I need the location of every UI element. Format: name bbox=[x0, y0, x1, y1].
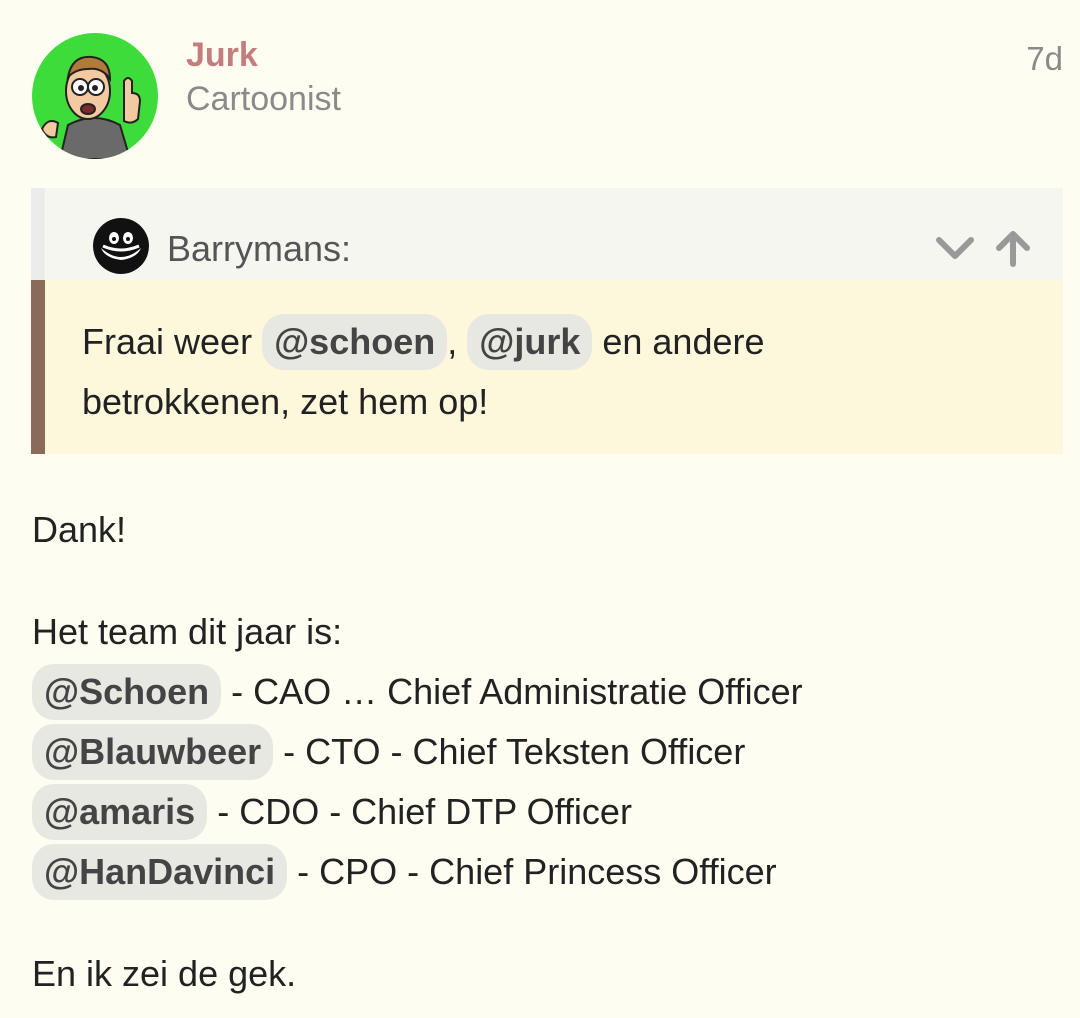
mention-link[interactable]: @Schoen bbox=[32, 664, 222, 720]
post-date[interactable]: 7d bbox=[1026, 40, 1063, 78]
post-paragraph: Het team dit jaar is: bbox=[32, 611, 343, 652]
mention-link[interactable]: @jurk bbox=[467, 314, 593, 370]
team-role-line: @HanDavinci - CPO - Chief Princess Offic… bbox=[32, 842, 1062, 902]
author-avatar[interactable] bbox=[32, 33, 158, 159]
quote-author-name: Barrymans: bbox=[167, 228, 352, 269]
quote-controls bbox=[935, 228, 1033, 268]
role-text: - CDO - Chief DTP Officer bbox=[207, 791, 632, 832]
quote-body: Fraai weer @schoen, @jurk en andere betr… bbox=[31, 280, 1063, 454]
quote-avatar-image bbox=[101, 232, 141, 260]
post-author-name[interactable]: Jurk bbox=[186, 36, 258, 75]
arrow-up-icon[interactable] bbox=[993, 228, 1033, 268]
mention-link[interactable]: @HanDavinci bbox=[32, 844, 288, 900]
mention-link[interactable]: @amaris bbox=[32, 784, 208, 840]
quote-text: Fraai weer bbox=[82, 321, 263, 362]
team-role-line: @Schoen - CAO … Chief Administratie Offi… bbox=[32, 662, 1062, 722]
role-text: - CPO - Chief Princess Officer bbox=[287, 851, 777, 892]
post-paragraph: Dank! bbox=[32, 509, 127, 550]
cartoon-avatar-image bbox=[40, 55, 142, 159]
quote-author-avatar[interactable] bbox=[93, 218, 149, 274]
quote-block: Barrymans: Fraai weer @schoen, @jurk en … bbox=[31, 188, 1063, 454]
chevron-down-icon[interactable] bbox=[935, 228, 975, 268]
mention-link[interactable]: @Blauwbeer bbox=[32, 724, 274, 780]
quote-text: betrokkenen, zet hem op! bbox=[82, 381, 489, 422]
mention-link[interactable]: @schoen bbox=[262, 314, 448, 370]
role-text: - CAO … Chief Administratie Officer bbox=[221, 671, 803, 712]
team-role-line: @amaris - CDO - Chief DTP Officer bbox=[32, 782, 1062, 842]
quote-separator: , bbox=[447, 321, 468, 362]
team-role-line: @Blauwbeer - CTO - Chief Teksten Officer bbox=[32, 722, 1062, 782]
post-author-title: Cartoonist bbox=[186, 80, 341, 118]
quote-header: Barrymans: bbox=[31, 188, 1063, 280]
role-text: - CTO - Chief Teksten Officer bbox=[273, 731, 746, 772]
post-paragraph: En ik zei de gek. bbox=[32, 953, 297, 994]
quote-text: en andere bbox=[592, 321, 765, 362]
post-body: Dank! Het team dit jaar is: @Schoen - CA… bbox=[32, 500, 1062, 1004]
